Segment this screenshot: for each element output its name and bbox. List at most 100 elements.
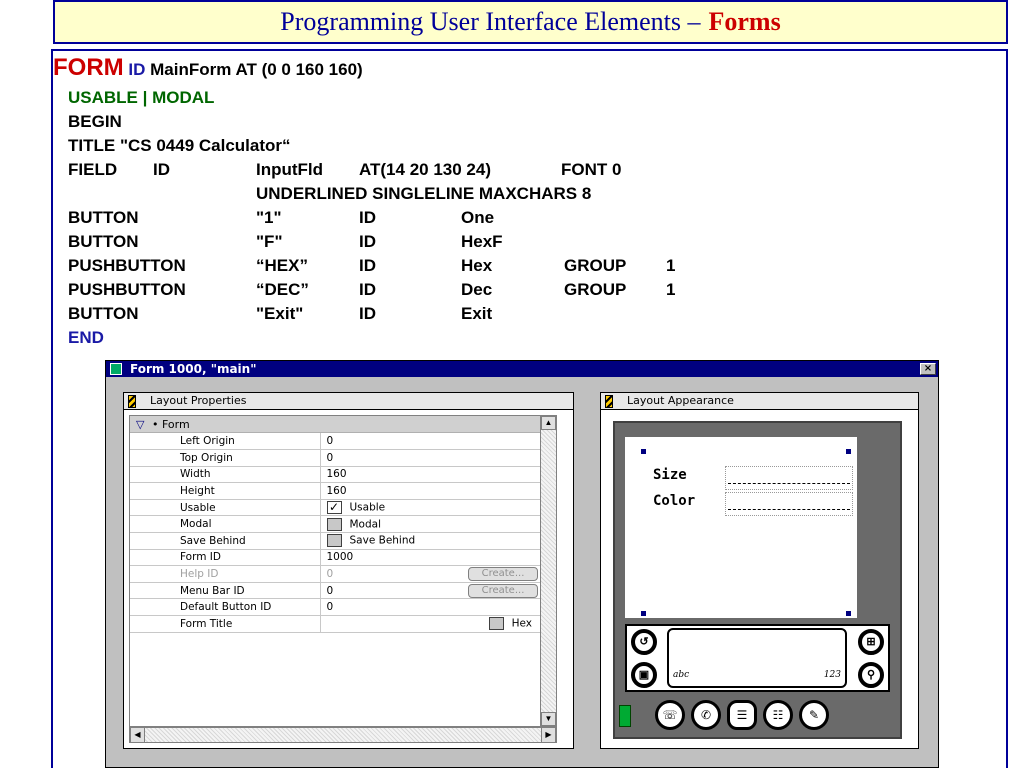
size-field[interactable]: [725, 466, 853, 490]
property-row[interactable]: Modal Modal: [130, 515, 556, 534]
property-row[interactable]: Menu Bar ID 0 Create...: [130, 582, 556, 600]
property-row[interactable]: Usable ✓ Usable: [130, 499, 556, 517]
code-control-label: “HEX”: [256, 256, 308, 275]
horizontal-scrollbar[interactable]: ◀ ▶: [129, 727, 557, 743]
code-line-begin: BEGIN: [68, 112, 122, 131]
scroll-right-icon[interactable]: ▶: [541, 728, 556, 742]
slide-title-accent: Forms: [708, 7, 781, 36]
property-key: Menu Bar ID: [130, 582, 321, 600]
code-control-type: PUSHBUTTON: [68, 256, 186, 275]
property-row[interactable]: Form Title Hex: [130, 615, 556, 633]
layout-appearance-header: Layout Appearance: [601, 393, 918, 410]
property-row[interactable]: Save Behind Save Behind: [130, 532, 556, 550]
property-row[interactable]: Help ID 0 Create...: [130, 565, 556, 583]
code-control-group: GROUP: [564, 256, 627, 275]
scroll-button-icon[interactable]: ☰: [727, 700, 757, 730]
device-screen[interactable]: Size Color: [625, 437, 857, 618]
property-value-cell[interactable]: 0: [320, 449, 556, 467]
find-icon[interactable]: ⚲: [858, 662, 884, 688]
color-field[interactable]: [725, 492, 853, 516]
code-control-id: ID: [359, 232, 376, 251]
code-control-label: “DEC”: [256, 280, 309, 299]
property-value-cell[interactable]: 0: [320, 598, 556, 617]
keyword-id: ID: [128, 60, 146, 79]
property-value[interactable]: 0: [327, 568, 334, 580]
checkbox[interactable]: [326, 534, 342, 548]
property-value[interactable]: 0: [327, 601, 334, 613]
close-icon[interactable]: ×: [920, 363, 936, 375]
menu-icon[interactable]: ▣: [631, 662, 657, 688]
property-value[interactable]: 1000: [327, 551, 354, 563]
code-line-title: TITLE "CS 0449 Calculator“: [68, 136, 291, 155]
property-value: Hex: [511, 617, 532, 630]
graffiti-area: ↺ ▣ ⊞ ⚲ abc 123: [625, 624, 890, 692]
property-value[interactable]: 0: [327, 435, 334, 447]
property-value-cell[interactable]: 160: [320, 466, 556, 484]
code-control-name: One: [461, 208, 495, 227]
disclosure-triangle-icon[interactable]: ▽: [136, 418, 144, 431]
layout-properties-title: Layout Properties: [150, 394, 247, 407]
checkbox[interactable]: [326, 517, 342, 531]
phone-button-icon[interactable]: ✆: [691, 700, 721, 730]
scroll-up-icon[interactable]: ▲: [541, 416, 556, 430]
form-group-row[interactable]: ▽ • Form: [130, 416, 556, 433]
property-value[interactable]: 160: [327, 485, 347, 497]
vertical-scrollbar[interactable]: ▲ ▼: [540, 416, 556, 726]
scroll-left-icon[interactable]: ◀: [130, 728, 145, 742]
scroll-down-icon[interactable]: ▼: [541, 712, 556, 726]
property-value-cell[interactable]: 0: [320, 433, 556, 451]
property-row[interactable]: Height 160: [130, 482, 556, 500]
property-value-cell[interactable]: 1000: [320, 549, 556, 567]
resize-handle[interactable]: [846, 449, 851, 454]
form-declaration: MainForm AT (0 0 160 160): [150, 60, 363, 79]
checkbox-checked[interactable]: ✓: [326, 501, 342, 515]
power-led: [619, 705, 631, 727]
window-titlebar[interactable]: Form 1000, "main" ×: [106, 361, 938, 377]
property-key: Save Behind: [130, 532, 321, 550]
property-key: Top Origin: [130, 449, 321, 467]
code-field-options: UNDERLINED SINGLELINE MAXCHARS 8: [256, 184, 592, 203]
property-key: Left Origin: [130, 433, 321, 451]
memo-button-icon[interactable]: ✎: [799, 700, 829, 730]
code-line-usable: USABLE | MODAL: [68, 88, 215, 107]
property-value-cell[interactable]: 0 Create...: [320, 565, 556, 583]
window-title: Form 1000, "main": [130, 362, 257, 376]
property-row[interactable]: Left Origin 0: [130, 433, 556, 451]
resize-handle[interactable]: [641, 611, 646, 616]
graffiti-writing-area[interactable]: abc 123: [667, 628, 847, 688]
property-value-cell[interactable]: 0 Create...: [320, 582, 556, 600]
property-row[interactable]: Form ID 1000: [130, 549, 556, 567]
property-key: Modal: [130, 515, 321, 534]
property-value[interactable]: 160: [327, 468, 347, 480]
create-button[interactable]: Create...: [468, 583, 538, 598]
form-group-label: • Form: [151, 418, 190, 431]
size-label[interactable]: Size: [653, 467, 687, 483]
datebook-button-icon[interactable]: ☏: [655, 700, 685, 730]
property-value-cell[interactable]: Modal: [320, 515, 556, 534]
property-key: Height: [130, 482, 321, 500]
applications-icon[interactable]: ↺: [631, 629, 657, 655]
todo-button-icon[interactable]: ☷: [763, 700, 793, 730]
property-value[interactable]: 0: [327, 452, 334, 464]
property-value-cell[interactable]: ✓ Usable: [320, 499, 556, 517]
property-row[interactable]: Top Origin 0: [130, 449, 556, 467]
create-button[interactable]: Create...: [468, 567, 538, 582]
resize-handle[interactable]: [846, 611, 851, 616]
property-row[interactable]: Default Button ID 0: [130, 598, 556, 617]
checkbox[interactable]: [488, 617, 504, 631]
slide-title: Programming User Interface Elements – Fo…: [53, 0, 1008, 44]
code-field-name: InputFld: [256, 160, 324, 179]
code-control-name: HexF: [461, 232, 503, 251]
color-label[interactable]: Color: [653, 493, 695, 509]
calculator-icon[interactable]: ⊞: [858, 629, 884, 655]
code-control-id: ID: [359, 280, 376, 299]
graffiti-abc-label: abc: [673, 670, 690, 680]
property-value-cell[interactable]: 160: [320, 482, 556, 500]
property-value[interactable]: 0: [327, 585, 334, 597]
property-value-cell[interactable]: Save Behind: [320, 532, 556, 550]
property-row[interactable]: Width 160: [130, 466, 556, 484]
code-control-label: "1": [256, 208, 282, 227]
property-value-cell[interactable]: Hex: [320, 615, 556, 633]
property-value: Usable: [349, 501, 386, 514]
resize-handle[interactable]: [641, 449, 646, 454]
